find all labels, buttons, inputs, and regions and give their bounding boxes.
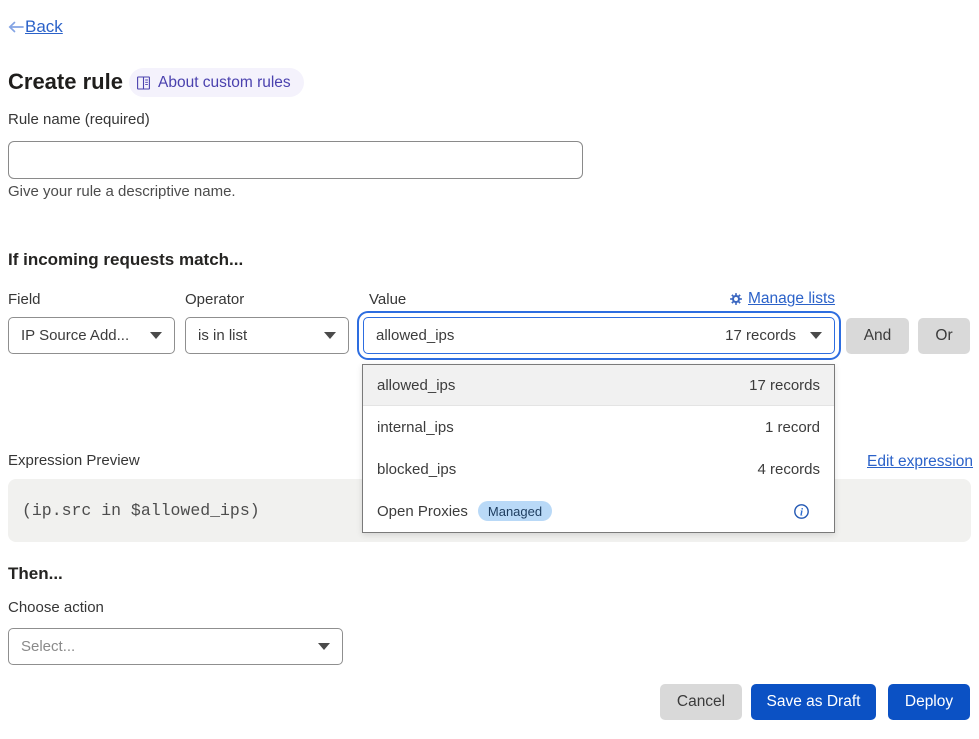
svg-text:i: i [800, 506, 804, 518]
